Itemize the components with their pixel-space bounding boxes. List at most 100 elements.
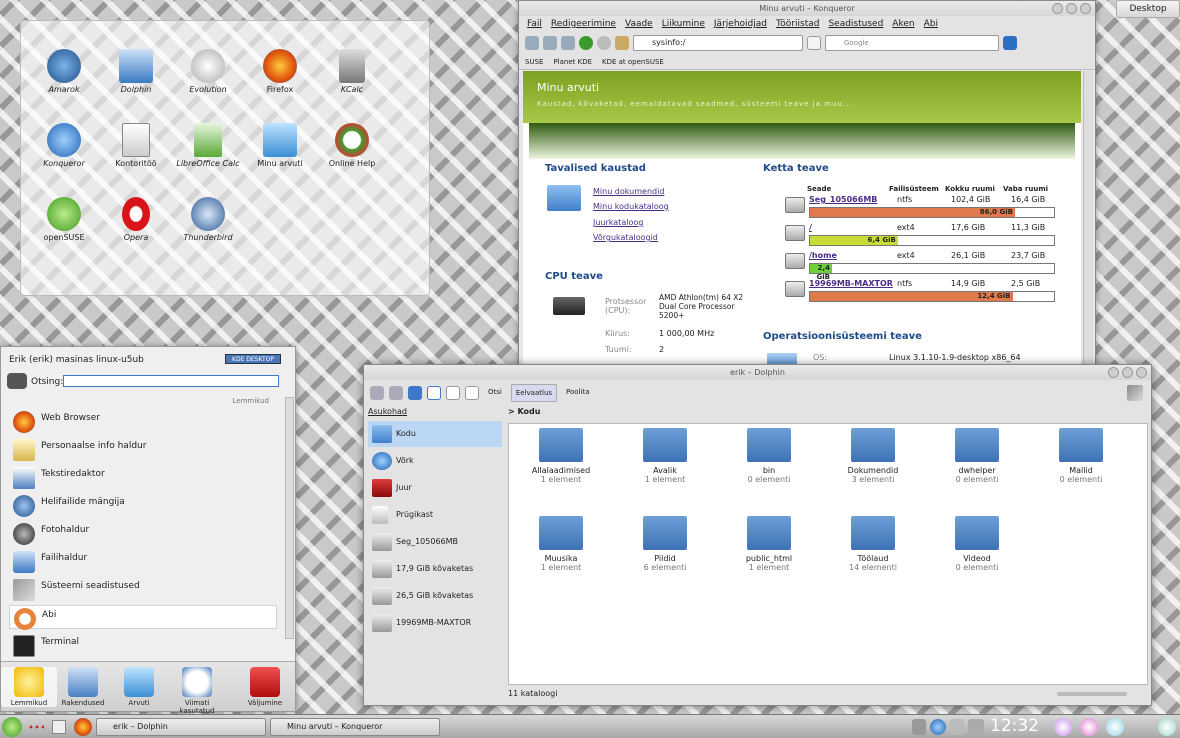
desktop-icon-minu-arvuti[interactable]: Minu arvuti (243, 123, 317, 169)
opensuse-menu-icon[interactable] (2, 717, 22, 737)
folder-item[interactable]: bin 0 elementi (719, 428, 819, 484)
place-prugikast[interactable]: Prügikast (368, 502, 502, 528)
fav-text-editor[interactable]: Tekstiredaktor (9, 465, 277, 489)
link-vorgukataloogid[interactable]: Võrgukataloogid (593, 233, 658, 242)
split-button[interactable]: Poolita (562, 384, 593, 402)
desktop-icon-amarok[interactable]: Amarok (27, 49, 101, 95)
orb-icon[interactable] (1080, 718, 1098, 736)
go-icon[interactable] (807, 36, 821, 50)
pager-icon[interactable] (52, 720, 66, 734)
web-search-input[interactable]: Google (825, 35, 999, 51)
fav-audio-player[interactable]: Helifailide mängija (9, 493, 277, 517)
tab-arvuti[interactable]: Arvuti (111, 667, 167, 707)
activities-icon[interactable] (28, 724, 44, 730)
desktop-icon-opera[interactable]: Opera (99, 197, 173, 243)
folder-item[interactable]: public_html 1 element (719, 516, 819, 572)
disk-link[interactable]: 19969MB-MAXTOR (809, 279, 893, 288)
bookmark-suse[interactable]: SUSE (525, 58, 543, 66)
desktop-icon-firefox[interactable]: Firefox (243, 49, 317, 95)
menu-tooriistad[interactable]: Tööriistad (776, 19, 819, 29)
zoom-slider[interactable] (1057, 692, 1127, 696)
details-view-icon[interactable] (446, 386, 460, 400)
forward-icon[interactable] (389, 386, 403, 400)
fav-pim[interactable]: Personaalse info haldur (9, 437, 277, 461)
back-icon[interactable] (525, 36, 539, 50)
clock[interactable]: 12:32 (990, 716, 1039, 736)
desktop-icon-online-help[interactable]: Online Help (315, 123, 389, 169)
desktop-icon-opensuse[interactable]: openSUSE (27, 197, 101, 243)
desktop-icon-dolphin[interactable]: Dolphin (99, 49, 173, 95)
place-drive-4[interactable]: 19969MB-MAXTOR (368, 610, 502, 636)
disk-link[interactable]: Seg_105066MB (809, 195, 877, 204)
reload-icon[interactable] (579, 36, 593, 50)
back-icon[interactable] (370, 386, 384, 400)
menu-aken[interactable]: Aken (892, 19, 914, 29)
menu-redigeerimine[interactable]: Redigeerimine (551, 19, 616, 29)
volume-tray-icon[interactable] (968, 719, 984, 735)
desktop-icon-libreoffice-calc[interactable]: LibreOffice Calc (171, 123, 245, 169)
orb-icon[interactable] (1106, 718, 1124, 736)
up-icon[interactable] (408, 386, 422, 400)
cashew-icon[interactable] (1158, 718, 1176, 736)
folder-item[interactable]: Avalik 1 element (615, 428, 715, 484)
disk-link[interactable]: / (809, 223, 812, 232)
menu-abi[interactable]: Abi (924, 19, 938, 29)
minimize-icon[interactable] (1052, 3, 1063, 14)
search-button[interactable]: Otsi (484, 384, 506, 402)
konqueror-titlebar[interactable]: Minu arvuti – Konqueror (519, 1, 1095, 16)
folder-item[interactable]: Pildid 6 elementi (615, 516, 715, 572)
desktop-icon-kcalc[interactable]: KCalc (315, 49, 389, 95)
menu-liikumine[interactable]: Liikumine (662, 19, 705, 29)
folder-item[interactable]: dwhelper 0 elementi (927, 428, 1027, 484)
close-icon[interactable] (1136, 367, 1147, 378)
folder-item[interactable]: Muusika 1 element (511, 516, 611, 572)
menu-jarjehoidjad[interactable]: Järjehoidjad (714, 19, 767, 29)
firefox-icon[interactable] (74, 718, 92, 736)
place-drive-3[interactable]: 26,5 GiB kõvaketas (368, 583, 502, 609)
maximize-icon[interactable] (1066, 3, 1077, 14)
icons-view-icon[interactable] (427, 386, 441, 400)
folder-item[interactable]: Allalaadimised 1 element (511, 428, 611, 484)
bookmark-planet-kde[interactable]: Planet KDE (553, 58, 592, 66)
tab-valjumine[interactable]: Väljumine (237, 667, 293, 707)
fav-web-browser[interactable]: Web Browser (9, 409, 277, 433)
minimize-icon[interactable] (1108, 367, 1119, 378)
link-minu-kodukataloog[interactable]: Minu kodukataloog (593, 202, 669, 211)
breadcrumb[interactable]: > Kodu (508, 407, 540, 416)
bookmark-kde-opensuse[interactable]: KDE at openSUSE (602, 58, 664, 66)
configure-icon[interactable] (1127, 385, 1143, 401)
task-konqueror[interactable]: Minu arvuti – Konqueror (270, 718, 440, 736)
folder-item[interactable]: Töölaud 14 elementi (823, 516, 923, 572)
desktop-icon-thunderbird[interactable]: Thunderbird (171, 197, 245, 243)
desktop-icon-evolution[interactable]: Evolution (171, 49, 245, 95)
forward-icon[interactable] (543, 36, 557, 50)
konqueror-scrollbar[interactable] (1083, 71, 1093, 369)
link-minu-dokumendid[interactable]: Minu dokumendid (593, 187, 664, 196)
place-juur[interactable]: Juur (368, 475, 502, 501)
tab-viimati-kasutatud[interactable]: Viimati kasutatud (169, 667, 225, 715)
folder-item[interactable]: Dokumendid 3 elementi (823, 428, 923, 484)
place-drive-2[interactable]: 17,9 GiB kõvaketas (368, 556, 502, 582)
search-input[interactable] (63, 375, 279, 387)
link-juurkataloog[interactable]: Juurkataloog (593, 218, 643, 227)
disk-link[interactable]: /home (809, 251, 837, 260)
menu-seadistused[interactable]: Seadistused (828, 19, 883, 29)
network-tray-icon[interactable] (912, 719, 926, 735)
menu-vaade[interactable]: Vaade (625, 19, 653, 29)
close-icon[interactable] (1080, 3, 1091, 14)
fav-file-manager[interactable]: Failihaldur (9, 549, 277, 573)
folder-item[interactable]: Mallid 0 elementi (1031, 428, 1131, 484)
up-icon[interactable] (561, 36, 575, 50)
clipboard-tray-icon[interactable] (950, 719, 964, 735)
task-dolphin[interactable]: erik – Dolphin (96, 718, 266, 736)
stop-icon[interactable] (597, 36, 611, 50)
dolphin-titlebar[interactable]: erik – Dolphin (364, 365, 1151, 380)
fav-system-settings[interactable]: Süsteemi seadistused (9, 577, 277, 601)
place-drive-1[interactable]: Seg_105066MB (368, 529, 502, 555)
home-icon[interactable] (615, 36, 629, 50)
preview-button[interactable]: Eelvaatlus (510, 384, 558, 402)
place-vork[interactable]: Võrk (368, 448, 502, 474)
fav-terminal[interactable]: Terminal (9, 633, 277, 657)
desktop-icon-kontoritoo[interactable]: Kontoritöö (99, 123, 173, 169)
fav-photo-manager[interactable]: Fotohaldur (9, 521, 277, 545)
